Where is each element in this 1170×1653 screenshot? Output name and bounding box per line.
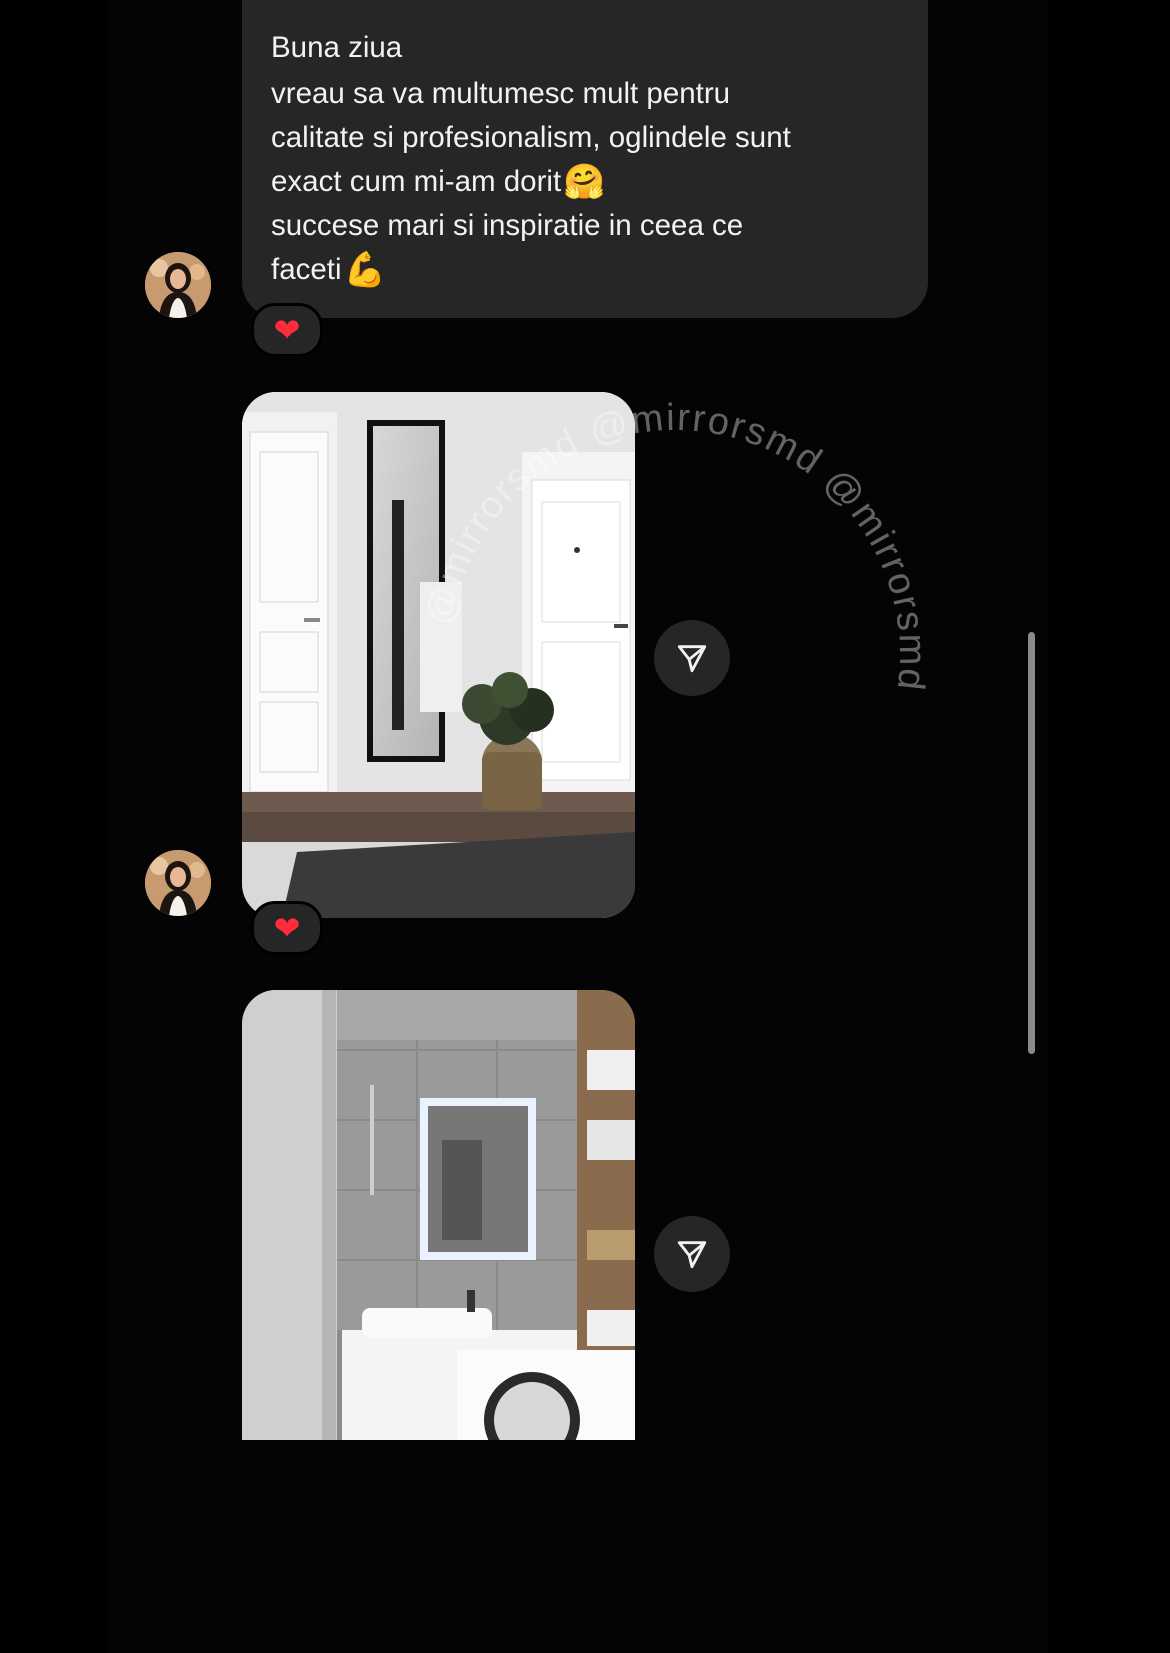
reaction-badge[interactable]: ❤	[251, 303, 323, 357]
message-bubble[interactable]: Buna ziua vreau sa va multumesc mult pen…	[242, 0, 928, 318]
heart-icon: ❤	[273, 909, 301, 947]
message-line: exact cum mi-am dorit 🤗	[271, 160, 900, 204]
heart-icon: ❤	[273, 311, 301, 349]
hugging-face-emoji: 🤗	[563, 162, 606, 202]
message-line: succese mari si inspiratie in ceea ce	[271, 209, 744, 242]
message-line: calitate si profesionalism, oglindele su…	[271, 121, 791, 154]
photo-message[interactable]	[242, 392, 635, 918]
paper-plane-icon	[677, 645, 707, 673]
avatar-icon	[145, 850, 211, 916]
avatar[interactable]	[145, 850, 211, 916]
scrollbar[interactable]	[1028, 632, 1035, 1054]
share-button[interactable]	[654, 620, 730, 696]
paper-plane-icon	[677, 1241, 707, 1269]
message-line-text: faceti	[271, 253, 342, 286]
message-line: vreau sa va multumesc mult pentru	[271, 77, 731, 110]
message-line-text: exact cum mi-am dorit	[271, 165, 562, 198]
flexed-biceps-emoji: 💪	[343, 250, 386, 290]
photo-message[interactable]	[242, 990, 635, 1440]
message-line: faceti 💪	[271, 248, 900, 292]
bathroom-mirror-photo	[242, 990, 635, 1440]
avatar-icon	[145, 252, 211, 318]
avatar[interactable]	[145, 252, 211, 318]
message-line: Buna ziua	[271, 31, 403, 64]
reaction-badge[interactable]: ❤	[251, 901, 323, 955]
share-button[interactable]	[654, 1216, 730, 1292]
hallway-mirror-photo	[242, 392, 635, 918]
